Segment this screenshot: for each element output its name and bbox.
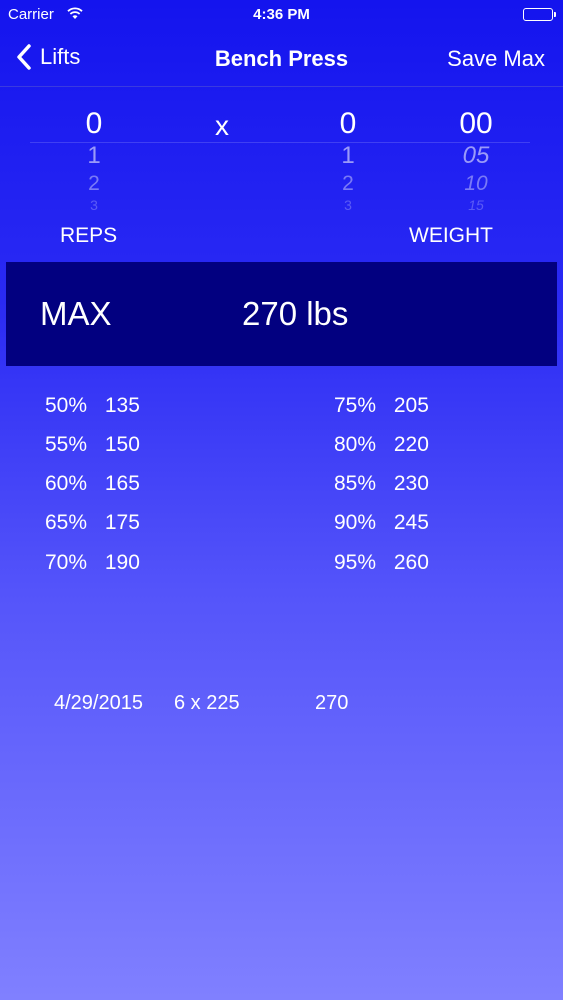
percentage-weight: 190 bbox=[104, 551, 140, 574]
weight-fraction-option: 10 bbox=[464, 172, 488, 195]
reps-label: REPS bbox=[60, 224, 118, 247]
percentage-label: 80% bbox=[334, 433, 377, 456]
percentage-weight: 205 bbox=[393, 394, 429, 417]
percentage-row: 85% 230 bbox=[334, 472, 429, 502]
reps-option: 3 bbox=[90, 198, 98, 210]
percentage-label: 50% bbox=[45, 394, 88, 417]
percentage-label: 55% bbox=[45, 433, 88, 456]
history-date: 4/29/2015 bbox=[54, 692, 143, 714]
percentage-label: 70% bbox=[45, 551, 88, 574]
history-max: 270 bbox=[315, 692, 349, 714]
weight-picker-column[interactable]: 0 1 2 3 bbox=[308, 106, 388, 210]
weight-fraction-selected: 00 bbox=[459, 107, 493, 140]
percentage-label: 85% bbox=[334, 472, 377, 495]
percentage-weight: 175 bbox=[104, 511, 140, 534]
percentage-weight: 165 bbox=[104, 472, 140, 495]
weight-option: 2 bbox=[342, 172, 354, 195]
percentage-weight: 230 bbox=[393, 472, 429, 495]
percentage-weight: 245 bbox=[393, 511, 429, 534]
max-value: 270 lbs bbox=[242, 295, 349, 332]
battery-icon bbox=[523, 8, 556, 21]
reps-option: 2 bbox=[88, 172, 100, 195]
weight-fraction-picker-column[interactable]: 00 05 10 15 bbox=[436, 106, 516, 210]
percentage-weight: 260 bbox=[393, 551, 429, 574]
percentage-weight: 220 bbox=[393, 433, 429, 456]
percentage-row: 70% 190 bbox=[45, 551, 140, 581]
reps-option: 1 bbox=[87, 142, 101, 169]
percentage-row: 80% 220 bbox=[334, 433, 429, 463]
max-panel: MAX 270 lbs bbox=[6, 262, 557, 366]
weight-fraction-option: 15 bbox=[468, 198, 484, 210]
reps-selected: 0 bbox=[85, 107, 103, 140]
percentage-row: 95% 260 bbox=[334, 551, 429, 581]
weight-option: 1 bbox=[341, 142, 355, 169]
percentage-label: 65% bbox=[45, 511, 88, 534]
reps-weight-picker[interactable]: 0 1 2 3 x 0 1 2 3 00 05 10 15 bbox=[30, 100, 530, 212]
percentage-row: 65% 175 bbox=[45, 511, 140, 541]
percentage-weight: 150 bbox=[104, 433, 140, 456]
weight-fraction-option: 05 bbox=[462, 142, 490, 169]
status-bar: Carrier 4:36 PM bbox=[0, 0, 563, 30]
percentage-label: 75% bbox=[334, 394, 377, 417]
picker-separator: x bbox=[215, 110, 229, 141]
save-max-button[interactable]: Save Max bbox=[447, 46, 545, 72]
reps-picker-column[interactable]: 0 1 2 3 bbox=[54, 106, 134, 210]
max-label: MAX bbox=[40, 295, 112, 332]
percentage-label: 95% bbox=[334, 551, 377, 574]
percentage-row: 50% 135 bbox=[45, 394, 140, 424]
percentage-row: 75% 205 bbox=[334, 394, 429, 424]
navigation-bar: Lifts Bench Press Save Max bbox=[0, 30, 563, 87]
percentage-row: 55% 150 bbox=[45, 433, 140, 463]
weight-selected: 0 bbox=[339, 107, 357, 140]
status-time: 4:36 PM bbox=[253, 6, 310, 23]
percentage-label: 90% bbox=[334, 511, 377, 534]
history-row[interactable]: 4/29/2015 6 x 225 270 bbox=[54, 692, 534, 720]
history-set: 6 x 225 bbox=[174, 692, 240, 714]
percentage-row: 60% 165 bbox=[45, 472, 140, 502]
percentage-row: 90% 245 bbox=[334, 511, 429, 541]
weight-option: 3 bbox=[344, 198, 352, 210]
percentage-weight: 135 bbox=[104, 394, 140, 417]
weight-label: WEIGHT bbox=[409, 224, 493, 247]
percentage-label: 60% bbox=[45, 472, 88, 495]
